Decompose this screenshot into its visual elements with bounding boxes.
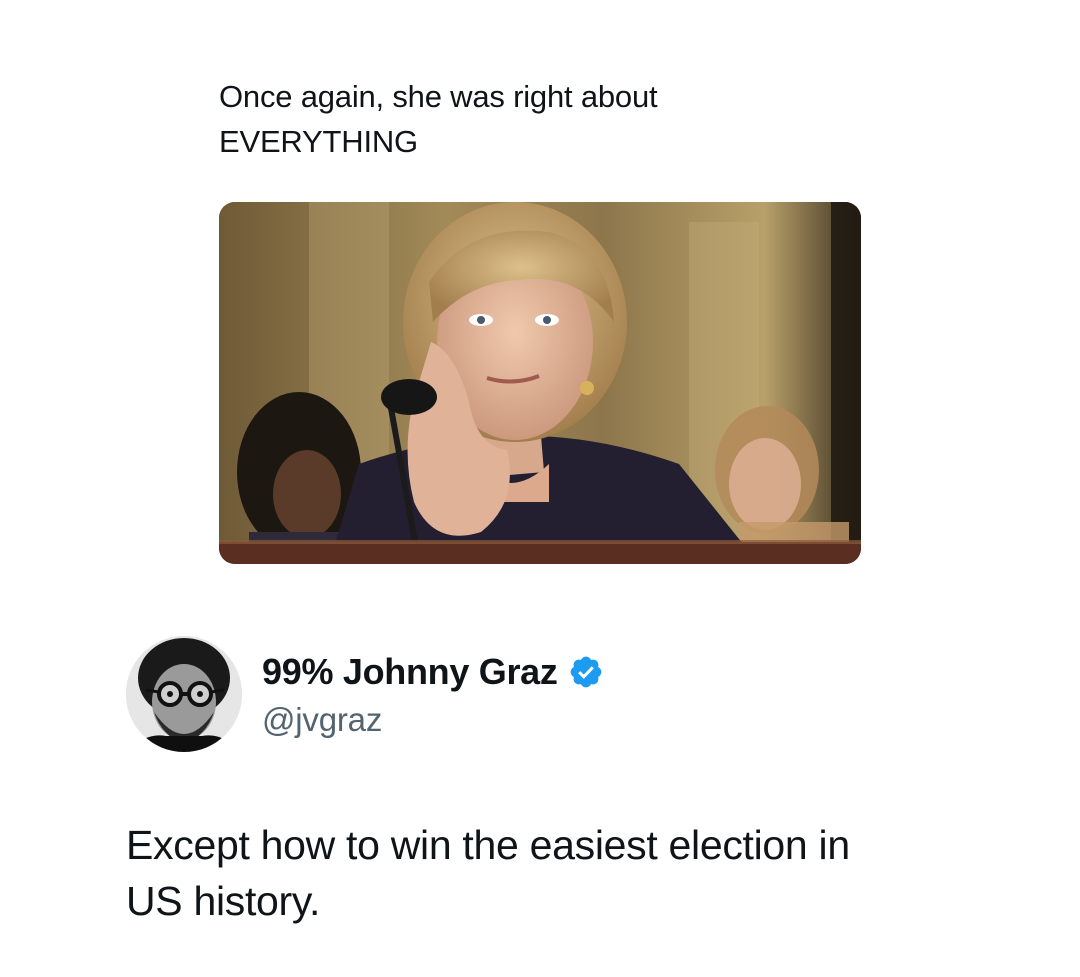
reply-tweet-text: Except how to win the easiest election i… (126, 817, 1026, 929)
photo-image-icon (219, 202, 861, 564)
quoted-tweet-text-line-2: EVERYTHING (219, 124, 418, 159)
tweet-media-image[interactable] (219, 202, 861, 564)
quoted-tweet-text-line-1: Once again, she was right about (219, 79, 658, 114)
author-display-name-text: 99% Johnny Graz (262, 651, 558, 692)
author-avatar[interactable] (126, 636, 242, 752)
author-handle[interactable]: @jvgraz (262, 699, 382, 741)
reply-tweet-text-line-2: US history. (126, 878, 321, 924)
avatar-image-icon (126, 636, 242, 752)
reply-tweet-text-line-1: Except how to win the easiest election i… (126, 822, 850, 868)
verified-badge-icon (568, 654, 604, 690)
author-display-name[interactable]: 99% Johnny Graz (262, 650, 604, 694)
quoted-tweet-text: Once again, she was right about EVERYTHI… (219, 74, 859, 164)
